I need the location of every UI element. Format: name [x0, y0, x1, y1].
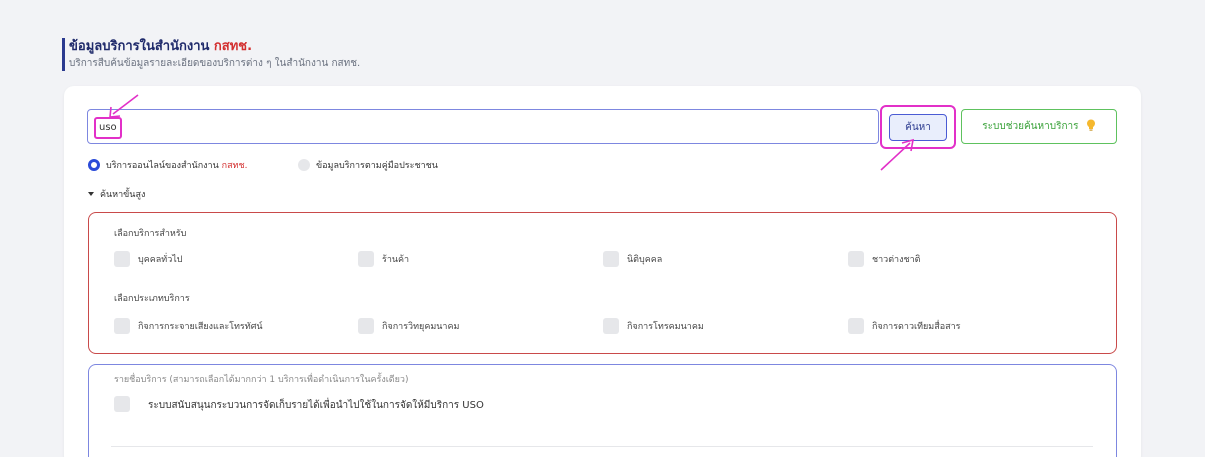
- checkbox-icon: [114, 396, 130, 412]
- type-filter-label: เลือกประเภทบริการ: [114, 294, 190, 304]
- lightbulb-icon: [1086, 119, 1095, 131]
- service-list-panel: รายชื่อบริการ (สามารถเลือกได้มากกว่า 1 บ…: [88, 364, 1117, 457]
- service-list-heading: รายชื่อบริการ (สามารถเลือกได้มากกว่า 1 บ…: [114, 375, 409, 385]
- service-helper-button[interactable]: ระบบช่วยค้นหาบริการ: [961, 109, 1117, 144]
- audience-checkbox-juristic[interactable]: นิติบุคคล: [603, 250, 662, 268]
- checkbox-icon: [848, 250, 864, 267]
- page-subtitle: บริการสืบค้นข้อมูลรายละเอียดของบริการต่า…: [69, 58, 361, 69]
- page-title: ข้อมูลบริการในสำนักงาน กสทช.: [69, 39, 253, 54]
- divider: [111, 446, 1093, 447]
- scope-option-manual[interactable]: ข้อมูลบริการตามคู่มือประชาชน: [298, 158, 438, 173]
- service-helper-label: ระบบช่วยค้นหาบริการ: [982, 121, 1079, 132]
- page-header: ข้อมูลบริการในสำนักงาน กสทช. บริการสืบค้…: [62, 38, 360, 71]
- scope-option-online[interactable]: บริการออนไลน์ของสำนักงาน กสทช.: [88, 158, 247, 173]
- checkbox-icon: [114, 317, 130, 334]
- advanced-filter-panel: เลือกบริการสำหรับ บุคคลทั่วไป ร้านค้า นิ…: [88, 212, 1117, 354]
- search-card: uso ค้นหา ระบบช่วยค้นหาบริการ บริการออนไ…: [64, 86, 1141, 457]
- advanced-search-toggle[interactable]: ค้นหาขั้นสูง: [88, 188, 145, 202]
- audience-checkbox-shop[interactable]: ร้านค้า: [358, 250, 409, 268]
- type-checkbox-broadcast[interactable]: กิจการกระจายเสียงและโทรทัศน์: [114, 317, 263, 335]
- search-input-value: uso: [94, 117, 122, 139]
- checkbox-icon: [358, 317, 374, 334]
- radio-selected-icon: [88, 158, 100, 171]
- caret-down-icon: [88, 191, 94, 196]
- search-button-highlight: ค้นหา: [880, 105, 956, 149]
- checkbox-icon: [114, 250, 130, 267]
- checkbox-icon: [603, 250, 619, 267]
- service-checkbox-uso[interactable]: ระบบสนับสนุนกระบวนการจัดเก็บรายได้เพื่อน…: [114, 396, 484, 414]
- search-button[interactable]: ค้นหา: [889, 114, 947, 141]
- audience-checkbox-general[interactable]: บุคคลทั่วไป: [114, 250, 183, 268]
- search-input[interactable]: uso: [87, 109, 879, 144]
- page-title-brand: กสทช.: [213, 39, 253, 54]
- type-checkbox-satellite[interactable]: กิจการดาวเทียมสื่อสาร: [848, 317, 961, 335]
- checkbox-icon: [358, 250, 374, 267]
- audience-checkbox-foreigner[interactable]: ชาวต่างชาติ: [848, 250, 921, 268]
- radio-unselected-icon: [298, 158, 310, 171]
- type-checkbox-radio[interactable]: กิจการวิทยุคมนาคม: [358, 317, 459, 335]
- type-checkbox-telecom[interactable]: กิจการโทรคมนาคม: [603, 317, 704, 335]
- checkbox-icon: [848, 317, 864, 334]
- audience-filter-label: เลือกบริการสำหรับ: [114, 229, 187, 239]
- checkbox-icon: [603, 317, 619, 334]
